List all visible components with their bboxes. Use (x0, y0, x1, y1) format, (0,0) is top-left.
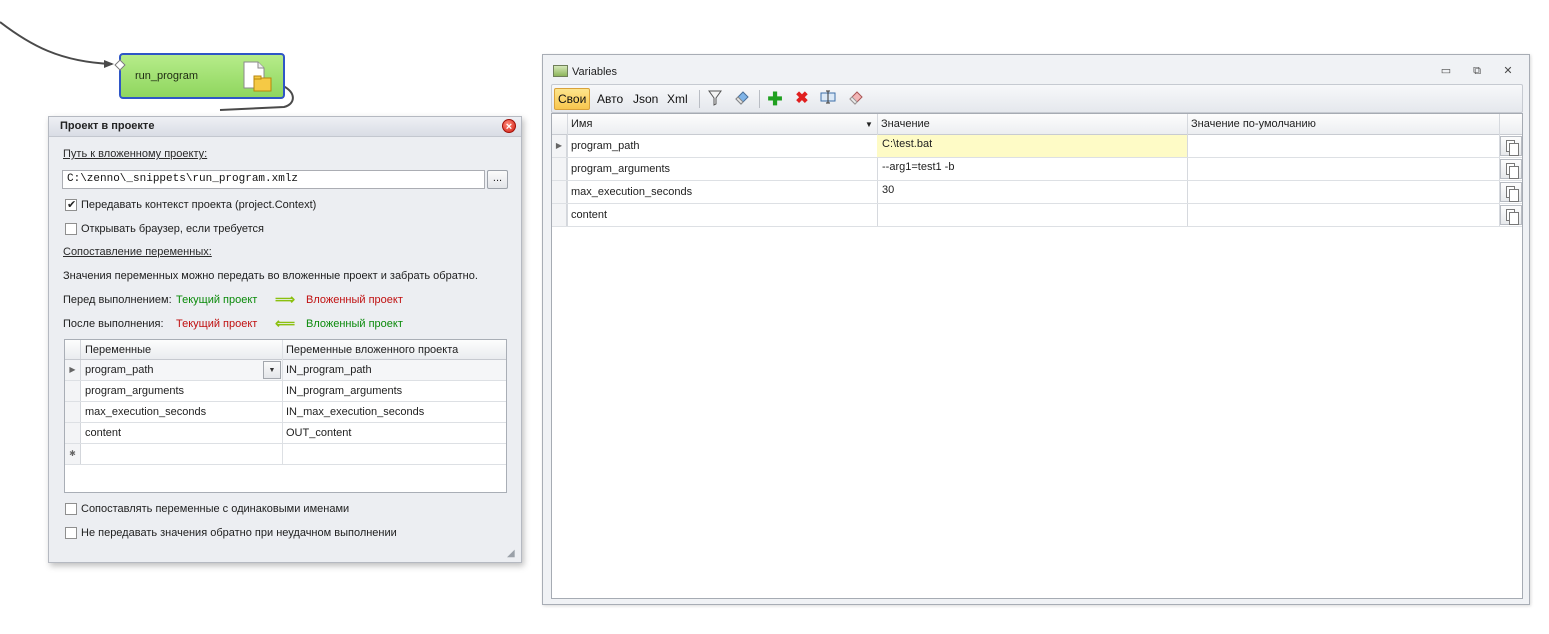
copy-icon[interactable] (1500, 182, 1522, 202)
variable-value-cell[interactable]: --arg1=test1 -b (877, 158, 1187, 180)
add-variable-icon[interactable]: ✚ (766, 90, 784, 108)
variables-toolbar: Свои Авто Json Xml ✚ ✖ (551, 84, 1523, 113)
column-header-name[interactable]: Имя (571, 118, 592, 130)
variable-value-cell[interactable]: C:\test.bat (877, 135, 1187, 157)
clear-values-eraser-icon[interactable] (847, 90, 865, 108)
sort-arrow-icon[interactable]: ▼ (865, 120, 873, 129)
variable-value-cell[interactable] (877, 204, 1187, 226)
tab-json[interactable]: Json (630, 88, 661, 110)
variable-name-cell[interactable]: program_path (571, 140, 640, 152)
restore-icon[interactable]: ⧉ (1469, 64, 1485, 78)
tab-auto[interactable]: Авто (594, 88, 626, 110)
after-label: После выполнения: (63, 318, 164, 330)
copy-icon[interactable] (1500, 159, 1522, 179)
mapping-var-cell[interactable]: max_execution_seconds (85, 406, 206, 418)
mapping-new-row[interactable]: ✱ (65, 444, 506, 465)
variables-app-icon (553, 65, 568, 77)
node-label: run_program (135, 70, 198, 82)
close-icon[interactable]: ✕ (1500, 64, 1516, 78)
before-current-project: Текущий проект (176, 294, 258, 306)
before-nested-project: Вложенный проект (306, 294, 403, 306)
path-label: Путь к вложенному проекту: (63, 148, 208, 160)
arrow-left-icon: ⟸ (275, 315, 296, 331)
mapping-nested-cell[interactable]: IN_max_execution_seconds (286, 406, 424, 418)
mapping-var-cell[interactable]: content (85, 427, 121, 439)
variable-row[interactable]: ▶ program_path C:\test.bat (552, 135, 1522, 158)
column-header-variables[interactable]: Переменные (85, 344, 151, 356)
before-label: Перед выполнением: (63, 294, 172, 306)
rename-variable-icon[interactable] (820, 90, 838, 108)
variable-name-cell[interactable]: max_execution_seconds (571, 186, 692, 198)
variables-grid: Имя ▼ Значение Значение по-умолчанию ▶ p… (551, 113, 1523, 599)
arrow-right-icon: ⟹ (275, 291, 296, 307)
variable-value-cell[interactable]: 30 (877, 181, 1187, 203)
mapping-nested-cell[interactable]: IN_program_arguments (286, 385, 402, 397)
close-icon[interactable]: × (502, 119, 516, 133)
filter-icon[interactable] (706, 90, 724, 108)
variable-default-cell[interactable] (1187, 135, 1497, 157)
no-pass-back-checkbox[interactable] (65, 527, 77, 539)
variable-name-cell[interactable]: program_arguments (571, 163, 670, 175)
minimize-icon[interactable]: ▭ (1438, 64, 1454, 78)
variable-name-cell[interactable]: content (571, 209, 607, 221)
project-node[interactable]: run_program (114, 53, 285, 99)
open-browser-checkbox[interactable] (65, 223, 77, 235)
mapping-grid-header: Переменные Переменные вложенного проекта (65, 340, 506, 360)
mapping-row[interactable]: max_execution_seconds IN_max_execution_s… (65, 402, 506, 423)
column-header-nested-variables[interactable]: Переменные вложенного проекта (286, 344, 458, 356)
no-pass-back-label: Не передавать значения обратно при неуда… (81, 527, 397, 539)
mapping-nested-cell[interactable]: IN_program_path (286, 364, 372, 376)
variable-mapping-grid: Переменные Переменные вложенного проекта… (64, 339, 507, 493)
clear-filter-eraser-icon[interactable] (733, 90, 751, 108)
variable-row[interactable]: max_execution_seconds 30 (552, 181, 1522, 204)
mapping-var-cell[interactable]: program_path (85, 364, 154, 376)
mapping-nested-cell[interactable]: OUT_content (286, 427, 351, 439)
variable-row[interactable]: content (552, 204, 1522, 227)
variable-default-cell[interactable] (1187, 158, 1497, 180)
column-header-value[interactable]: Значение (881, 118, 930, 130)
nested-project-icon (243, 61, 272, 92)
delete-variable-icon[interactable]: ✖ (793, 90, 811, 108)
variable-default-cell[interactable] (1187, 181, 1497, 203)
variables-window: Variables ▭ ⧉ ✕ Свои Авто Json Xml ✚ ✖ И… (542, 54, 1530, 605)
pass-context-checkbox[interactable] (65, 198, 77, 211)
project-in-project-dialog: Проект в проекте × Путь к вложенному про… (48, 116, 522, 563)
row-selector-icon: ▶ (552, 135, 567, 157)
mapping-row[interactable]: content OUT_content (65, 423, 506, 444)
copy-icon[interactable] (1500, 136, 1522, 156)
mapping-description: Значения переменных можно передать во вл… (63, 270, 478, 282)
match-same-names-label: Сопоставлять переменные с одинаковыми им… (81, 503, 350, 515)
mapping-row[interactable]: program_arguments IN_program_arguments (65, 381, 506, 402)
dialog-title: Проект в проекте (60, 120, 155, 132)
after-nested-project: Вложенный проект (306, 318, 403, 330)
mapping-var-cell[interactable]: program_arguments (85, 385, 184, 397)
after-current-project: Текущий проект (176, 318, 258, 330)
pass-context-label: Передавать контекст проекта (project.Con… (81, 199, 317, 211)
row-selector-icon: ▶ (65, 360, 81, 380)
column-header-default[interactable]: Значение по-умолчанию (1191, 118, 1316, 130)
dialog-titlebar: Проект в проекте × (49, 117, 521, 137)
dropdown-arrow-icon[interactable]: ▼ (263, 361, 281, 379)
variable-default-cell[interactable] (1187, 204, 1497, 226)
resize-grip-icon[interactable]: ◢ (507, 548, 519, 560)
variables-titlebar: Variables ▭ ⧉ ✕ (543, 55, 1529, 85)
copy-icon[interactable] (1500, 205, 1522, 225)
open-browser-label: Открывать браузер, если требуется (81, 223, 264, 235)
tab-own[interactable]: Свои (554, 88, 591, 110)
mapping-row[interactable]: ▶ program_path ▼ IN_program_path (65, 360, 506, 381)
browse-button[interactable]: ... (487, 170, 508, 189)
mapping-label: Сопоставление переменных: (63, 246, 212, 258)
project-path-input[interactable]: C:\zenno\_snippets\run_program.xmlz (62, 170, 485, 189)
variables-grid-header: Имя ▼ Значение Значение по-умолчанию (552, 114, 1522, 135)
variable-row[interactable]: program_arguments --arg1=test1 -b (552, 158, 1522, 181)
new-row-icon: ✱ (65, 444, 81, 464)
tab-xml[interactable]: Xml (664, 88, 691, 110)
variables-title: Variables (572, 66, 618, 78)
match-same-names-checkbox[interactable] (65, 503, 77, 515)
